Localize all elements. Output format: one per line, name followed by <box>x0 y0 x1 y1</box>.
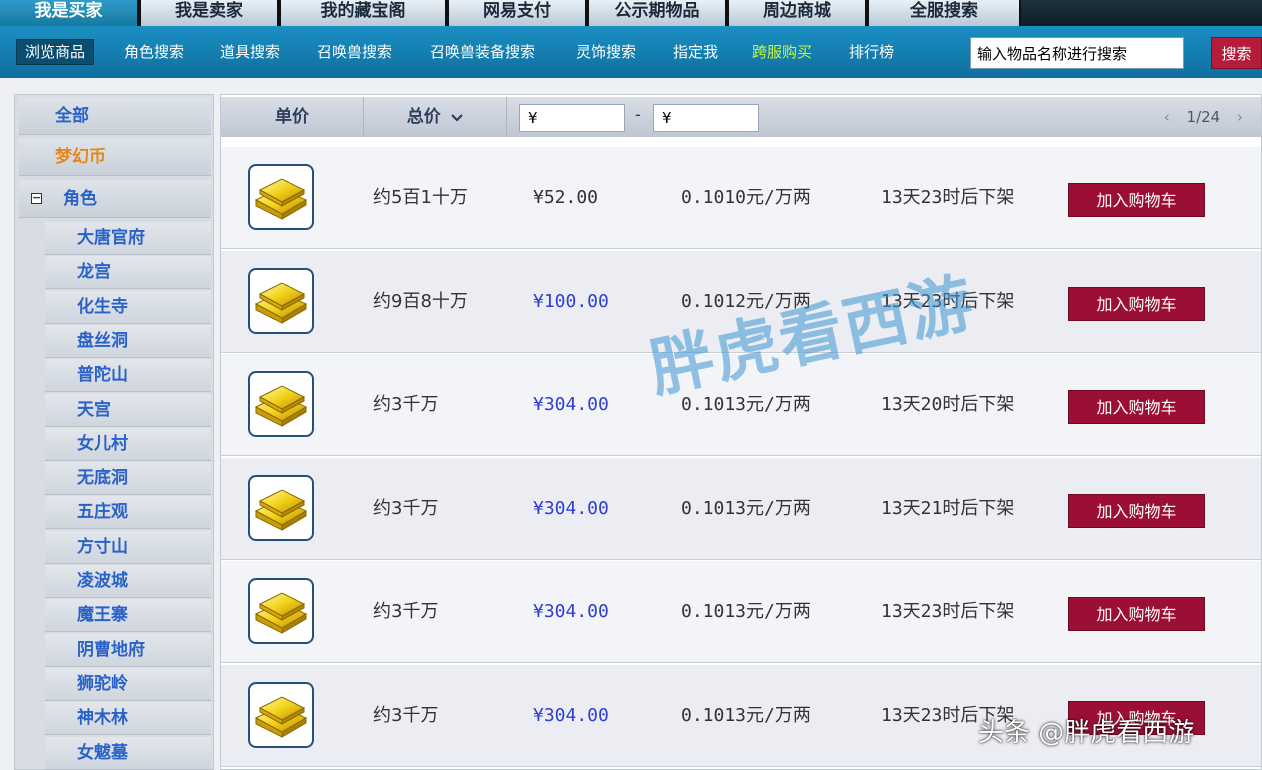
listing-panel: 单价 总价 ¥ - ¥ ‹ 1/24 › 约5百1十万 ¥52.00 0.1010元… <box>220 94 1262 770</box>
nav-ornament-search[interactable]: 灵饰搜索 <box>576 40 636 64</box>
sidebar-item-school[interactable]: 盘丝洞 <box>45 324 211 358</box>
nav-designated-me[interactable]: 指定我 <box>673 40 718 64</box>
sort-unit-price[interactable]: 单价 <box>221 97 364 137</box>
gold-ingot-icon[interactable] <box>248 681 314 748</box>
sort-total-price[interactable]: 总价 <box>364 97 507 137</box>
sidebar-item-school[interactable]: 魔王寨 <box>45 599 211 633</box>
sidebar-item-school[interactable]: 龙宫 <box>45 256 211 290</box>
sidebar-item-all[interactable]: 全部 <box>19 97 211 135</box>
listing-price: ¥52.00 <box>533 187 599 208</box>
next-page-icon[interactable]: › <box>1237 108 1243 126</box>
listing-price: ¥304.00 <box>533 497 609 519</box>
search-button[interactable]: 搜索 <box>1211 37 1262 69</box>
category-sidebar: 全部 梦幻币 − 角色 大唐官府 龙宫 化生寺 盘丝洞 普陀山 天宫 女儿村 无底洞 五庄观 方寸… <box>14 94 214 770</box>
listing-unit-price: 0.1013元/万两 <box>681 394 811 415</box>
listing-amount: 约5百1十万 <box>373 187 468 208</box>
listing-price: ¥304.00 <box>533 704 609 726</box>
tab-public-items[interactable]: 公示期物品 <box>589 0 725 26</box>
listing-price: ¥100.00 <box>533 290 609 312</box>
sidebar-item-school[interactable]: 凌波城 <box>45 565 211 598</box>
sidebar-item-school[interactable]: 大唐官府 <box>45 222 211 255</box>
sidebar-item-school[interactable]: 无底洞 <box>45 462 211 496</box>
listing-unit-price: 0.1013元/万两 <box>681 704 811 726</box>
top-tab-bar: 我是买家 我是卖家 我的藏宝阁 网易支付 公示期物品 周边商城 全服搜索 <box>0 0 1262 26</box>
add-to-cart-button[interactable]: 加入购物车 <box>1068 493 1205 528</box>
listing-amount: 约9百8十万 <box>373 290 468 312</box>
tab-netease-pay[interactable]: 网易支付 <box>449 0 585 26</box>
nav-ranking[interactable]: 排行榜 <box>849 40 894 64</box>
sidebar-item-school[interactable]: 化生寺 <box>45 290 211 324</box>
unit-price-label: 单价 <box>275 107 309 127</box>
listing-time-left: 13天23时后下架 <box>881 187 1015 208</box>
listing-header: 单价 总价 ¥ - ¥ ‹ 1/24 › <box>221 97 1261 137</box>
nav-role-search[interactable]: 角色搜索 <box>124 40 184 64</box>
gold-ingot-icon[interactable] <box>248 371 314 437</box>
price-range-dash: - <box>635 105 641 124</box>
pager: ‹ 1/24 › <box>1158 97 1249 137</box>
tab-my-treasure[interactable]: 我的藏宝阁 <box>281 0 445 26</box>
prev-page-icon[interactable]: ‹ <box>1164 108 1170 126</box>
tab-buyer[interactable]: 我是买家 <box>0 0 137 26</box>
add-to-cart-button[interactable]: 加入购物车 <box>1068 183 1205 217</box>
nav-browse-items[interactable]: 浏览商品 <box>16 39 95 65</box>
listing-unit-price: 0.1013元/万两 <box>681 601 811 622</box>
listing-row: 约3千万 ¥304.00 0.1013元/万两 13天21时后下架 加入购物车 <box>221 457 1261 560</box>
gold-ingot-icon[interactable] <box>248 164 314 230</box>
sidebar-item-role-label: 角色 <box>63 189 97 209</box>
price-max-input[interactable]: ¥ <box>653 104 759 132</box>
total-price-label: 总价 <box>406 107 441 127</box>
tab-seller[interactable]: 我是卖家 <box>141 0 277 26</box>
gold-ingot-icon[interactable] <box>248 474 314 541</box>
listing-amount: 约3千万 <box>373 394 439 415</box>
sidebar-item-school[interactable]: 天宫 <box>45 393 211 427</box>
price-min-input[interactable]: ¥ <box>519 104 625 132</box>
tab-bar-filler <box>1021 0 1262 26</box>
nav-pet-equip-search[interactable]: 召唤兽装备搜索 <box>430 40 535 64</box>
listing-row: 约3千万 ¥304.00 0.1013元/万两 13天23时后下架 加入购物车 <box>221 561 1261 663</box>
add-to-cart-button[interactable]: 加入购物车 <box>1068 390 1205 424</box>
price-min-currency: ¥ <box>528 109 538 127</box>
nav-pet-search[interactable]: 召唤兽搜索 <box>317 40 392 64</box>
listing-row: 约9百8十万 ¥100.00 0.1012元/万两 13天23时后下架 加入购物车 <box>221 250 1261 353</box>
tab-global-search[interactable]: 全服搜索 <box>869 0 1019 26</box>
listing-unit-price: 0.1012元/万两 <box>681 290 811 312</box>
listing-time-left: 13天23时后下架 <box>881 290 1015 312</box>
page-indicator: 1/24 <box>1186 108 1221 126</box>
listing-price: ¥304.00 <box>533 601 609 622</box>
sidebar-item-school[interactable]: 阴曹地府 <box>45 633 211 667</box>
price-max-currency: ¥ <box>662 109 672 127</box>
listing-price: ¥304.00 <box>533 394 609 415</box>
add-to-cart-button[interactable]: 加入购物车 <box>1068 286 1205 321</box>
sidebar-item-school[interactable]: 五庄观 <box>45 496 211 530</box>
sidebar-item-school[interactable]: 神木林 <box>45 702 211 736</box>
listing-row: 约5百1十万 ¥52.00 0.1010元/万两 13天23时后下架 加入购物车 <box>221 147 1261 249</box>
add-to-cart-button[interactable]: 加入购物车 <box>1068 597 1205 631</box>
sidebar-item-school[interactable]: 女儿村 <box>45 427 211 461</box>
listing-time-left: 13天20时后下架 <box>881 394 1015 415</box>
listing-time-left: 13天23时后下架 <box>881 601 1015 622</box>
listing-amount: 约3千万 <box>373 497 439 519</box>
tab-merch-mall[interactable]: 周边商城 <box>729 0 865 26</box>
chevron-down-icon <box>447 111 464 126</box>
listing-amount: 约3千万 <box>373 601 439 622</box>
listing-unit-price: 0.1010元/万两 <box>681 187 811 208</box>
sidebar-item-role[interactable]: − 角色 <box>19 180 211 218</box>
collapse-icon[interactable]: − <box>31 192 42 204</box>
sidebar-item-school[interactable]: 方寸山 <box>45 530 211 564</box>
nav-cross-server-buy[interactable]: 跨服购买 <box>752 40 812 64</box>
sidebar-item-school[interactable]: 普陀山 <box>45 359 211 393</box>
sidebar-item-school[interactable]: 狮驼岭 <box>45 667 211 701</box>
sidebar-item-coin[interactable]: 梦幻币 <box>19 138 211 176</box>
gold-ingot-icon[interactable] <box>248 578 314 644</box>
sidebar-item-school[interactable]: 女魃墓 <box>45 736 211 770</box>
nav-item-search[interactable]: 道具搜索 <box>220 40 280 64</box>
listing-amount: 约3千万 <box>373 704 439 726</box>
listing-unit-price: 0.1013元/万两 <box>681 497 811 519</box>
gold-ingot-icon[interactable] <box>248 267 314 334</box>
search-input[interactable] <box>970 37 1184 69</box>
listing-time-left: 13天21时后下架 <box>881 497 1015 519</box>
credit-overlay: 头条 @胖虎看西游 <box>978 718 1195 748</box>
listing-row: 约3千万 ¥304.00 0.1013元/万两 13天20时后下架 加入购物车 <box>221 354 1261 456</box>
